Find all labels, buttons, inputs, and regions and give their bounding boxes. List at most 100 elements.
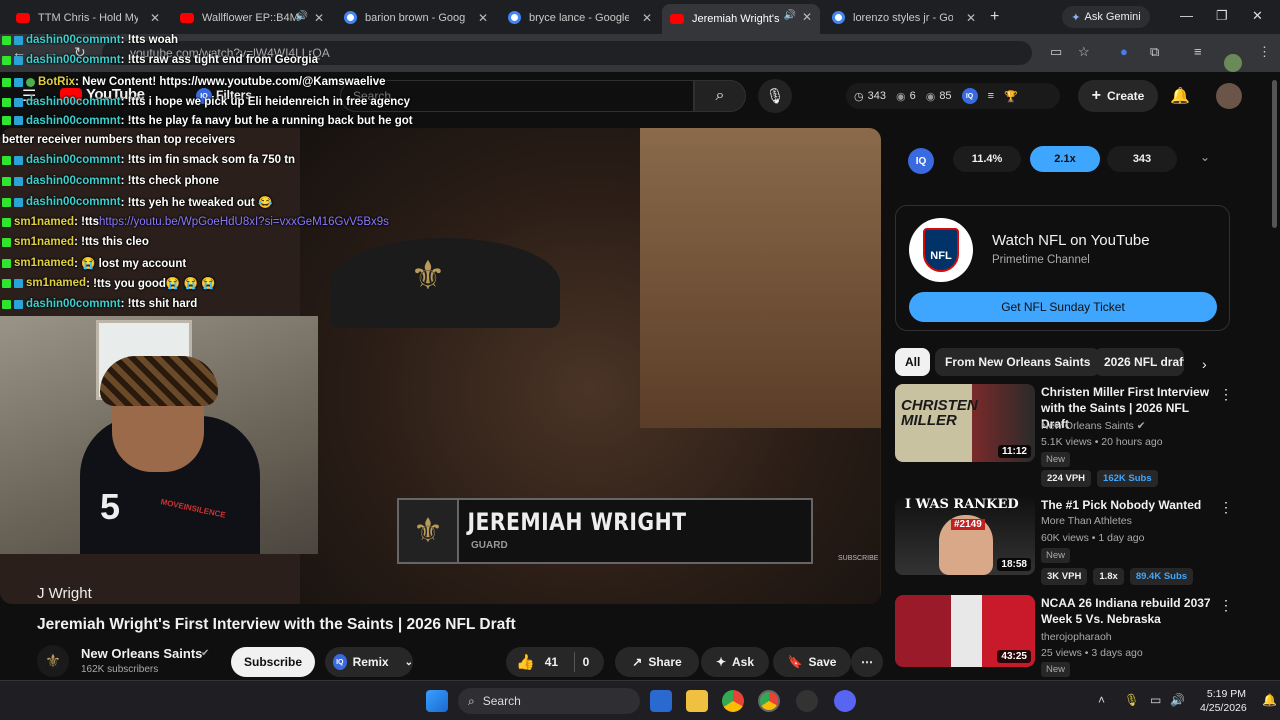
duration-badge: 18:58 bbox=[997, 558, 1031, 571]
list-icon[interactable]: ≡ bbox=[988, 90, 994, 102]
channel-name[interactable]: New Orleans Saints bbox=[81, 646, 202, 661]
ask-button[interactable]: ✦ Ask bbox=[701, 647, 769, 677]
media-icon[interactable]: ≡ bbox=[1194, 44, 1202, 59]
more-dots-icon[interactable]: ⋮ bbox=[1219, 499, 1233, 516]
chip-nfl-draft[interactable]: 2026 NFL draft bbox=[1094, 348, 1184, 376]
cast-icon[interactable]: ▭ bbox=[1050, 44, 1062, 60]
iq-multiplier[interactable]: 2.1x bbox=[1030, 146, 1100, 172]
maximize-button[interactable]: ❐ bbox=[1216, 8, 1228, 24]
menu-icon[interactable]: ⋮ bbox=[1258, 44, 1271, 60]
dislike-button[interactable]: 0 bbox=[569, 647, 603, 677]
create-button[interactable]: + Create bbox=[1078, 80, 1158, 112]
more-dots-icon[interactable]: ⋮ bbox=[1219, 597, 1233, 614]
chat-text: : !tts yeh he tweaked out 😂 bbox=[120, 197, 273, 209]
browser-tab[interactable]: lorenzo styles jr - Goog✕ bbox=[824, 5, 984, 30]
more-dots-icon[interactable]: ⋮ bbox=[1219, 386, 1233, 403]
voice-search-button[interactable]: 🎙 bbox=[758, 79, 792, 113]
thumbnail-text: I WAS RANKED bbox=[905, 497, 1019, 512]
nfl-sunday-ticket-button[interactable]: Get NFL Sunday Ticket bbox=[909, 292, 1217, 322]
close-icon[interactable]: ✕ bbox=[966, 11, 976, 25]
system-clock[interactable]: 5:19 PM 4/25/2026 bbox=[1200, 687, 1247, 715]
extensions-icon[interactable]: ⧉ bbox=[1150, 44, 1159, 60]
chrome-active-icon[interactable] bbox=[758, 690, 780, 712]
microphone-icon[interactable]: 🎙 bbox=[1124, 693, 1139, 707]
browser-tab[interactable]: TTM Chris - Hold My B✕ bbox=[8, 5, 168, 30]
chat-link: https://youtu.be/WpGoeHdU8xI?si=vxxGeM16… bbox=[99, 216, 389, 228]
volume-icon[interactable]: 🔊 bbox=[1170, 693, 1185, 707]
list-item[interactable]: I WAS RANKED #2149 18:58 The #1 Pick Nob… bbox=[895, 497, 1255, 605]
subscribe-button[interactable]: Subscribe bbox=[231, 647, 315, 677]
trophy-icon[interactable]: 🏆 bbox=[1004, 90, 1018, 103]
twitch-badge-icon bbox=[14, 155, 23, 165]
chat-message: dashin00commnt: !tts shit hard bbox=[2, 294, 197, 314]
lower-third-name: JEREMIAH WRIGHT bbox=[467, 508, 687, 536]
ask-gemini-button[interactable]: ✦ Ask Gemini bbox=[1062, 6, 1150, 28]
list-item[interactable]: CHRISTEN MILLER 11:12 Christen Miller Fi… bbox=[895, 384, 1255, 492]
nfl-card-subtitle: Primetime Channel bbox=[992, 254, 1090, 266]
iq-icon[interactable]: IQ bbox=[908, 148, 934, 174]
scrollbar-thumb[interactable] bbox=[1272, 80, 1277, 228]
video-thumbnail[interactable]: CHRISTEN MILLER 11:12 bbox=[895, 384, 1035, 462]
windows-start-icon[interactable] bbox=[426, 690, 448, 712]
close-icon[interactable]: ✕ bbox=[478, 11, 488, 25]
chevron-up-icon[interactable]: ˄ bbox=[1098, 693, 1105, 707]
close-icon[interactable]: ✕ bbox=[802, 10, 812, 24]
close-icon[interactable]: ✕ bbox=[314, 11, 324, 25]
notification-icon[interactable]: 🔔 bbox=[1262, 693, 1277, 707]
rec-title[interactable]: NCAA 26 Indiana rebuild 2037 Week 5 Vs. … bbox=[1041, 595, 1213, 627]
chat-username: dashin00commnt bbox=[26, 96, 121, 108]
remix-button[interactable]: IQ Remix ⌄ bbox=[325, 647, 413, 677]
nfl-shield-icon: NFL bbox=[923, 228, 959, 272]
close-icon[interactable]: ✕ bbox=[150, 11, 160, 25]
like-icon[interactable]: 👍 bbox=[516, 653, 535, 671]
share-button[interactable]: ↗ Share bbox=[615, 647, 699, 677]
chat-message: BotRix: New Content! https://www.youtube… bbox=[2, 72, 386, 92]
rec-channel[interactable]: New Orleans Saints ✔ bbox=[1041, 420, 1146, 432]
twitch-badge-icon bbox=[14, 97, 23, 107]
chevron-down-icon[interactable]: ⌄ bbox=[1200, 150, 1210, 164]
rec-title[interactable]: The #1 Pick Nobody Wanted bbox=[1041, 497, 1213, 513]
taskbar-search[interactable]: ⌕ Search bbox=[458, 688, 640, 714]
close-icon[interactable]: ✕ bbox=[642, 11, 652, 25]
like-count[interactable]: 41 bbox=[545, 655, 558, 669]
iq-percent[interactable]: 11.4% bbox=[953, 146, 1021, 172]
channel-avatar[interactable]: ⚜ bbox=[37, 645, 69, 677]
more-actions-button[interactable]: ⋯ bbox=[851, 647, 883, 677]
video-thumbnail[interactable]: I WAS RANKED #2149 18:58 bbox=[895, 497, 1035, 575]
iq-count[interactable]: 343 bbox=[1107, 146, 1177, 172]
subscriber-count: 162K subscribers bbox=[81, 664, 159, 675]
discord-icon[interactable] bbox=[834, 690, 856, 712]
new-tab-button[interactable]: + bbox=[990, 8, 999, 26]
audio-icon[interactable]: 🔊 bbox=[296, 11, 308, 22]
chip-from-channel[interactable]: From New Orleans Saints bbox=[935, 348, 1101, 376]
chat-message: dashin00commnt: !tts i hope we pick up E… bbox=[2, 92, 410, 112]
avatar[interactable] bbox=[1216, 83, 1242, 109]
audio-icon[interactable]: 🔊 bbox=[784, 10, 796, 21]
app-icon[interactable] bbox=[796, 690, 818, 712]
search-button[interactable]: ⌕ bbox=[694, 80, 746, 112]
notifications-bell-icon[interactable]: 🔔 bbox=[1170, 86, 1190, 106]
close-window-button[interactable]: ✕ bbox=[1252, 8, 1263, 24]
rec-channel[interactable]: therojopharaoh bbox=[1041, 631, 1112, 643]
browser-tab[interactable]: bryce lance - Google S✕ bbox=[500, 5, 660, 30]
browser-tab[interactable]: barion brown - Google ✕ bbox=[336, 5, 496, 30]
browser-tab[interactable]: Wallflower EP::B4M 🔊 ✕ bbox=[172, 5, 332, 30]
chat-username: dashin00commnt bbox=[26, 298, 121, 310]
save-button[interactable]: 🔖 Save bbox=[773, 647, 851, 677]
vidiq-stats[interactable]: ◷ 343 ◉ 6 ◉ 85 IQ ≡ 🏆 bbox=[846, 83, 1060, 109]
network-icon[interactable]: ▭ bbox=[1150, 693, 1161, 707]
rec-channel[interactable]: More Than Athletes bbox=[1041, 515, 1132, 527]
file-explorer-icon[interactable] bbox=[686, 690, 708, 712]
browser-tab-active[interactable]: Jeremiah Wright's F 🔊 ✕ bbox=[662, 4, 820, 34]
store-icon[interactable] bbox=[650, 690, 672, 712]
chevron-right-icon[interactable]: › bbox=[1202, 356, 1207, 372]
bookmark-star-icon[interactable]: ☆ bbox=[1078, 44, 1090, 60]
chrome-icon[interactable] bbox=[722, 690, 744, 712]
extension-icon[interactable]: ● bbox=[1120, 44, 1128, 59]
chat-username: dashin00commnt bbox=[26, 154, 121, 166]
iq-icon: IQ bbox=[333, 654, 347, 670]
list-item[interactable]: 43:25 NCAA 26 Indiana rebuild 2037 Week … bbox=[895, 595, 1255, 677]
video-thumbnail[interactable]: 43:25 bbox=[895, 595, 1035, 667]
chip-all[interactable]: All bbox=[895, 348, 931, 376]
minimize-button[interactable]: — bbox=[1180, 8, 1193, 23]
